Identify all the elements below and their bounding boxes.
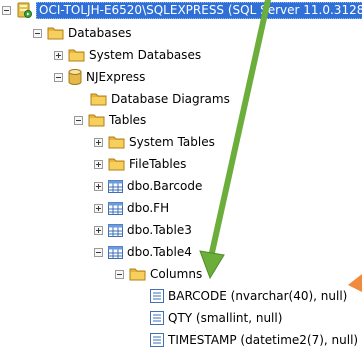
table-icon xyxy=(108,201,123,215)
folder-icon xyxy=(47,26,64,40)
collapse-toggle[interactable] xyxy=(94,247,103,257)
folder-icon xyxy=(108,135,125,149)
folder-icon xyxy=(129,267,146,281)
table-label: dbo.Table3 xyxy=(127,223,192,237)
collapse-toggle[interactable] xyxy=(54,72,63,82)
tree-node-server[interactable]: OCI-TOLJH-E6520\SQLEXPRESS (SQL Server 1… xyxy=(2,1,362,19)
column-icon xyxy=(150,289,164,303)
expand-toggle[interactable] xyxy=(94,203,103,213)
tree-node-database-diagrams[interactable]: Database Diagrams xyxy=(90,90,230,108)
tree-node-table[interactable]: dbo.FH xyxy=(94,199,169,217)
collapse-toggle[interactable] xyxy=(74,115,83,125)
tree-node-system-databases[interactable]: System Databases xyxy=(54,46,201,64)
tree-node-column[interactable]: TIMESTAMP (datetime2(7), null) xyxy=(150,331,358,349)
column-icon xyxy=(150,333,164,347)
table-icon xyxy=(108,223,123,237)
folder-icon xyxy=(90,92,107,106)
folder-icon xyxy=(108,157,125,171)
tree-node-columns[interactable]: Columns xyxy=(115,265,202,283)
object-explorer-tree: OCI-TOLJH-E6520\SQLEXPRESS (SQL Server 1… xyxy=(0,0,362,347)
collapse-toggle[interactable] xyxy=(115,269,124,279)
tree-node-njexpress[interactable]: NJExpress xyxy=(54,68,145,86)
tree-node-table[interactable]: dbo.Barcode xyxy=(94,177,202,195)
tables-label: Tables xyxy=(109,113,147,127)
column-icon xyxy=(150,311,164,325)
system-tables-label: System Tables xyxy=(129,135,215,149)
collapse-toggle[interactable] xyxy=(33,28,42,38)
table-label: dbo.FH xyxy=(127,201,170,215)
column-label: QTY (smallint, null) xyxy=(168,311,283,325)
table-icon xyxy=(108,179,123,193)
system-databases-label: System Databases xyxy=(89,48,202,62)
tree-node-table[interactable]: dbo.Table4 xyxy=(94,243,192,261)
folder-icon xyxy=(88,113,105,127)
tree-node-column[interactable]: BARCODE (nvarchar(40), null) xyxy=(150,287,347,305)
server-label[interactable]: OCI-TOLJH-E6520\SQLEXPRESS (SQL Server 1… xyxy=(36,1,362,19)
column-label: TIMESTAMP (datetime2(7), null) xyxy=(168,333,359,347)
table-icon xyxy=(108,245,123,259)
expand-toggle[interactable] xyxy=(94,159,103,169)
tree-node-table[interactable]: dbo.Table3 xyxy=(94,221,192,239)
database-icon xyxy=(68,69,82,85)
tree-node-tables[interactable]: Tables xyxy=(74,111,146,129)
folder-icon xyxy=(68,48,85,62)
tree-node-databases[interactable]: Databases xyxy=(33,24,132,42)
tree-node-system-tables[interactable]: System Tables xyxy=(94,133,215,151)
njexpress-label: NJExpress xyxy=(86,70,146,84)
collapse-toggle[interactable] xyxy=(2,5,11,15)
table-label: dbo.Barcode xyxy=(127,179,203,193)
columns-label: Columns xyxy=(150,267,203,281)
filetables-label: FileTables xyxy=(129,157,187,171)
expand-toggle[interactable] xyxy=(94,181,103,191)
orange-arrow-annotation xyxy=(348,274,362,292)
expand-toggle[interactable] xyxy=(54,50,63,60)
column-label: BARCODE (nvarchar(40), null) xyxy=(168,289,348,303)
expand-toggle[interactable] xyxy=(94,137,103,147)
database-diagrams-label: Database Diagrams xyxy=(111,92,230,106)
expand-toggle[interactable] xyxy=(94,225,103,235)
tree-node-column[interactable]: QTY (smallint, null) xyxy=(150,309,282,327)
server-icon xyxy=(16,2,32,18)
tree-node-filetables[interactable]: FileTables xyxy=(94,155,186,173)
table-label: dbo.Table4 xyxy=(127,245,192,259)
databases-label: Databases xyxy=(68,26,132,40)
